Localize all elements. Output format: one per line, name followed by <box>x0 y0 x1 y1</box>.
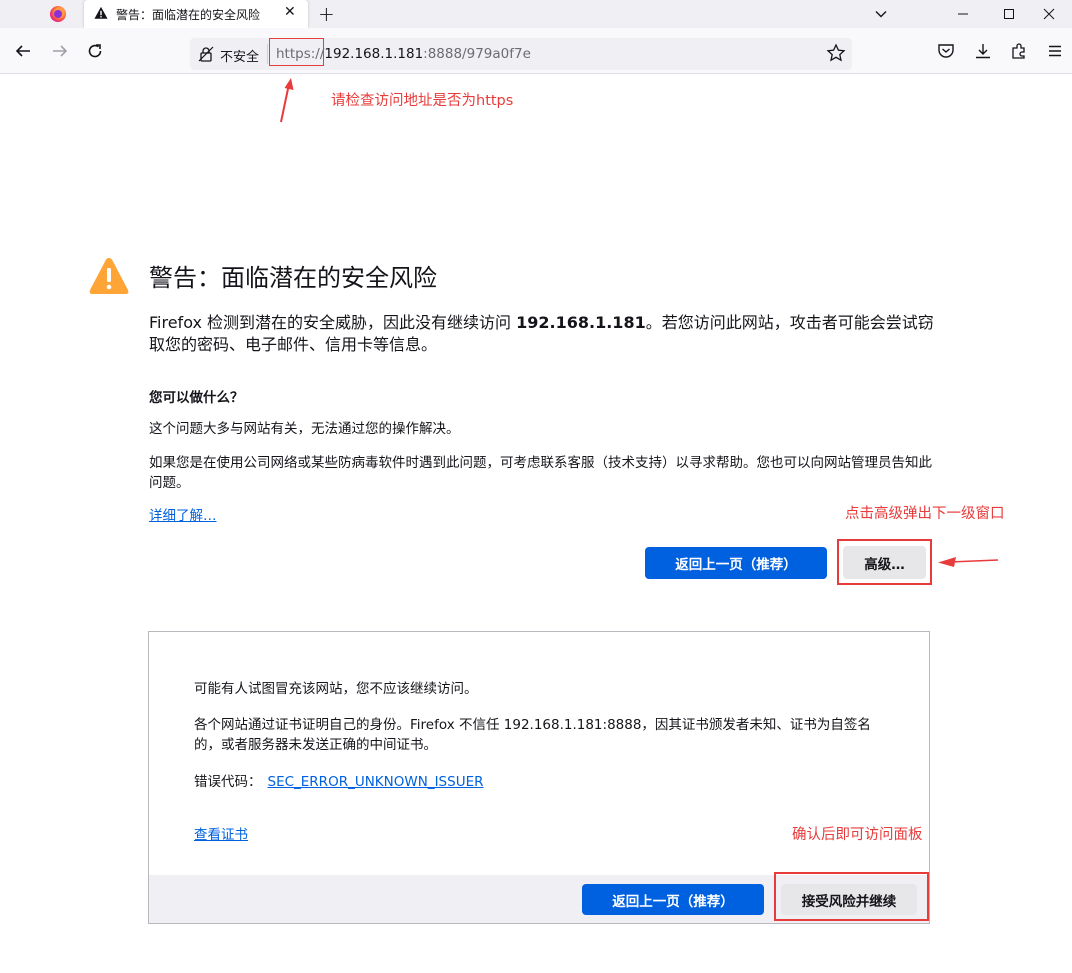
annotation-confirm-access: 确认后即可访问面板 <box>792 827 923 843</box>
what-can-you-do-heading: 您可以做什么？ <box>149 390 244 406</box>
page-title: 警告：面临潜在的安全风险 <box>149 264 437 292</box>
insecure-label[interactable]: 不安全 <box>220 46 259 65</box>
error-code-row: 错误代码： SEC_ERROR_UNKNOWN_ISSUER <box>194 772 484 792</box>
accept-risk-highlight-box <box>774 872 929 921</box>
reload-icon[interactable] <box>84 40 106 62</box>
view-certificate-link-text[interactable]: 查看证书 <box>194 827 248 843</box>
view-certificate-link[interactable]: 查看证书 <box>194 825 248 845</box>
firefox-logo-icon[interactable] <box>50 6 66 22</box>
impersonation-warning: 可能有人试图冒充该网站，您不应该继续访问。 <box>194 681 478 697</box>
close-icon[interactable]: ✕ <box>284 4 296 20</box>
window-close-icon[interactable] <box>1026 0 1072 28</box>
forward-arrow-icon[interactable] <box>49 40 71 62</box>
advanced-button[interactable]: 高级… <box>843 546 926 579</box>
annotation-arrow-left-icon <box>938 557 999 567</box>
error-code-label: 错误代码： <box>194 774 262 790</box>
explanation-paragraph-2: 如果您是在使用公司网络或某些防病毒软件时遇到此问题，可考虑联系客服（技术支持）以… <box>149 455 932 491</box>
warning-triangle-icon <box>89 258 129 294</box>
annotation-click-advanced: 点击高级弹出下一级窗口 <box>845 506 1005 522</box>
tab-strip: 警告：面临潜在的安全风险 ✕ + <box>0 0 1072 28</box>
url-host: 192.168.1.181 <box>324 46 424 62</box>
hamburger-menu-icon[interactable] <box>1044 40 1066 62</box>
back-arrow-icon[interactable] <box>12 40 34 62</box>
insecure-lock-icon[interactable] <box>198 46 214 62</box>
intro-text-start: Firefox 检测到潜在的安全威胁，因此没有继续访问 <box>149 313 517 332</box>
url-divider <box>267 44 268 64</box>
intro-host: 192.168.1.181 <box>516 313 646 332</box>
annotation-arrow-up-icon <box>280 78 294 123</box>
extensions-puzzle-icon[interactable] <box>1008 40 1030 62</box>
minimize-icon[interactable] <box>940 0 986 28</box>
https-highlight-box <box>269 38 324 66</box>
navigation-toolbar: 不安全 https://192.168.1.181:8888/979a0f7e <box>0 28 1072 74</box>
go-back-button-secondary[interactable]: 返回上一页（推荐） <box>582 884 764 915</box>
warning-icon <box>94 6 108 19</box>
bookmark-star-icon[interactable] <box>826 43 846 63</box>
tab-title: 警告：面临潜在的安全风险 <box>116 8 261 22</box>
explanation-paragraph-1: 这个问题大多与网站有关，无法通过您的操作解决。 <box>149 421 460 437</box>
new-tab-plus-icon[interactable]: + <box>318 2 335 26</box>
url-path: :8888/979a0f7e <box>423 46 531 62</box>
error-code-link[interactable]: SEC_ERROR_UNKNOWN_ISSUER <box>268 774 484 790</box>
certificate-explanation: 各个网站通过证书证明自己的身份。Firefox 不信任 192.168.1.18… <box>194 717 871 753</box>
learn-more-link[interactable]: 详细了解… <box>149 506 217 526</box>
pocket-icon[interactable] <box>935 40 957 62</box>
go-back-button[interactable]: 返回上一页（推荐） <box>645 547 827 579</box>
intro-text: Firefox 检测到潜在的安全威胁，因此没有继续访问 192.168.1.18… <box>149 312 939 356</box>
annotation-check-https: 请检查访问地址是否为https <box>331 93 514 109</box>
learn-more-link-text[interactable]: 详细了解… <box>149 508 217 524</box>
tab-active[interactable]: 警告：面临潜在的安全风险 ✕ <box>84 0 308 28</box>
list-all-tabs-chevron-icon[interactable] <box>858 0 904 28</box>
downloads-icon[interactable] <box>972 40 994 62</box>
